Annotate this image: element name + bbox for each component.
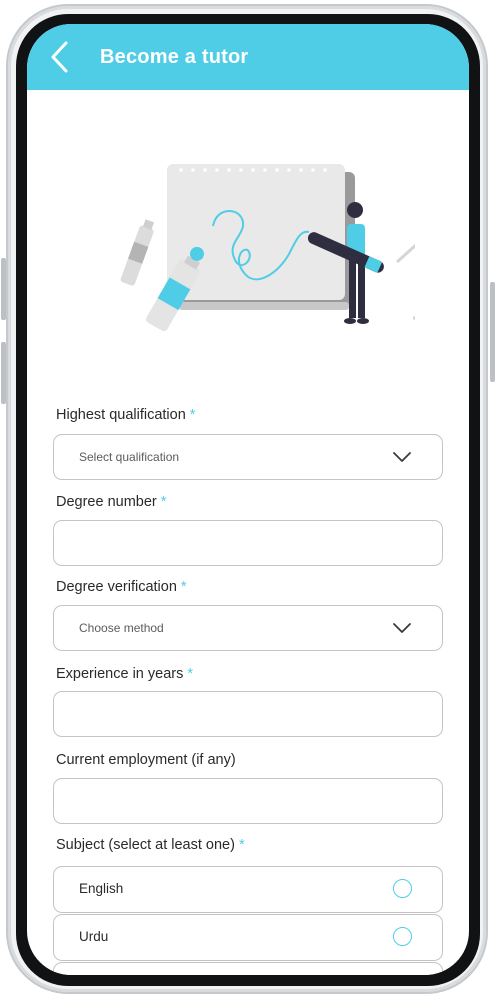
subjects-label: Subject (select at least one) * bbox=[56, 837, 245, 853]
chevron-down-icon bbox=[393, 452, 411, 462]
degree-verification-select[interactable]: Choose method bbox=[53, 605, 443, 651]
page-title: Become a tutor bbox=[100, 46, 249, 68]
degree-verification-label: Degree verification * bbox=[56, 579, 187, 595]
required-mark: * bbox=[187, 666, 193, 682]
degree-number-input[interactable] bbox=[53, 520, 443, 566]
employment-input[interactable] bbox=[53, 778, 443, 824]
required-mark: * bbox=[238, 837, 245, 853]
employment-label: Current employment (if any) bbox=[56, 752, 236, 768]
app-header: Become a tutor bbox=[27, 24, 469, 90]
qualification-placeholder: Select qualification bbox=[79, 450, 180, 464]
radio-icon[interactable] bbox=[393, 879, 412, 898]
experience-label: Experience in years * bbox=[56, 666, 193, 682]
subject-option-english[interactable]: English bbox=[53, 866, 443, 913]
subject-option-urdu[interactable]: Urdu bbox=[53, 914, 443, 961]
experience-input[interactable] bbox=[53, 691, 443, 737]
qualification-label: Highest qualification * bbox=[56, 407, 196, 423]
power-button bbox=[490, 282, 495, 382]
subject-option-partial[interactable] bbox=[53, 962, 443, 975]
required-mark: * bbox=[189, 407, 196, 423]
required-mark: * bbox=[160, 494, 167, 510]
app-screen: Become a tutor Highest qualification * S… bbox=[27, 24, 469, 975]
radio-icon[interactable] bbox=[393, 927, 412, 946]
required-mark: * bbox=[180, 579, 187, 595]
degree-number-label: Degree number * bbox=[56, 494, 167, 510]
degree-verification-placeholder: Choose method bbox=[79, 621, 164, 635]
tutor-illustration bbox=[120, 164, 415, 332]
subject-option-label: English bbox=[79, 881, 124, 896]
chevron-down-icon bbox=[393, 623, 411, 633]
subject-option-label: Urdu bbox=[79, 929, 109, 944]
qualification-select[interactable]: Select qualification bbox=[53, 434, 443, 480]
chevron-left-icon[interactable] bbox=[47, 40, 75, 74]
